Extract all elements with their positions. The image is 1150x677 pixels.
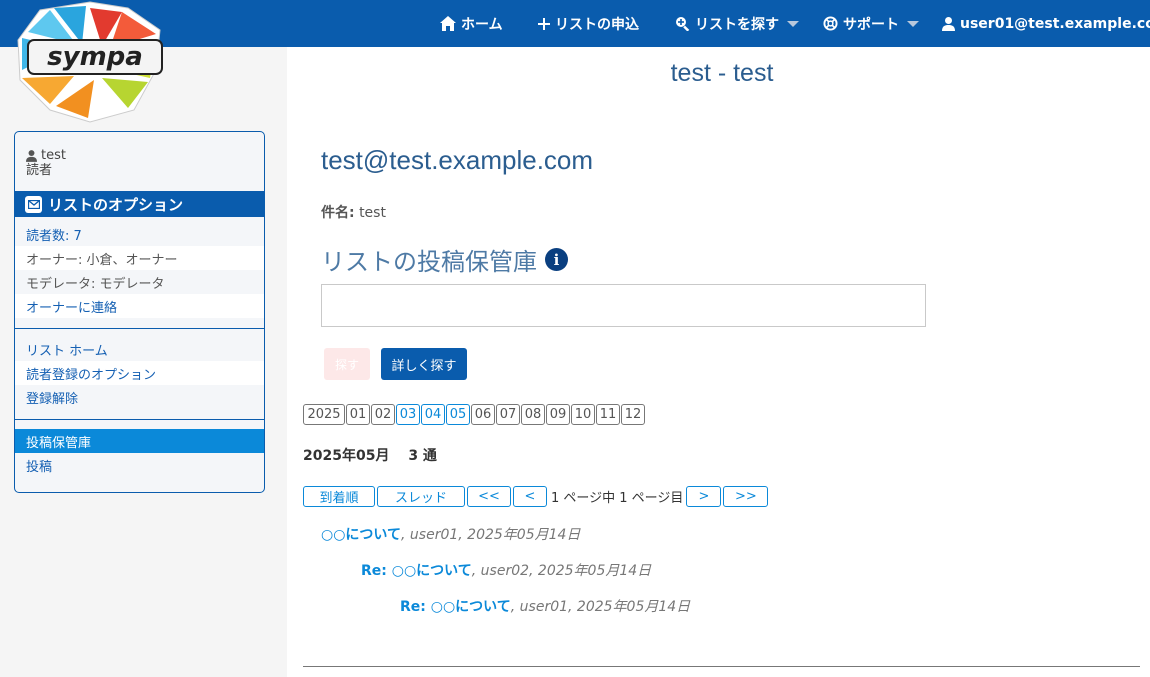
sidebar-user-name: test [41,148,66,163]
sort-by-thread-button[interactable]: スレッド [377,486,465,507]
info-icon[interactable]: i [545,248,568,271]
life-ring-icon [823,16,838,31]
sidebar-moderators: モデレータ: モデレータ [15,270,264,294]
search-button[interactable]: 探す [324,348,370,380]
sidebar-item-label: 読者登録のオプション [26,367,157,383]
sidebar-user: test 読者 [26,148,66,178]
sidebar-item-label: リスト ホーム [26,343,108,359]
list-options-title: リストのオプション [48,195,184,214]
archive-period: 2025年05月 3 通 [303,448,437,464]
sidebar-user-role: 読者 [26,163,53,178]
month-button[interactable]: 03 [396,404,420,425]
list-address: test@test.example.com [321,145,594,175]
nav-home[interactable]: ホーム [440,0,503,47]
month-button[interactable]: 04 [421,404,445,425]
sidebar-item-label: オーナー: 小倉、オーナー [26,252,178,268]
sidebar-item-label: 読者数: 7 [26,228,82,244]
sidebar-item-label: 投稿保管庫 [26,435,92,451]
month-button[interactable]: 06 [471,404,495,425]
archive-title-text: リストの投稿保管庫 [321,248,537,276]
sidebar-contact-owner[interactable]: オーナーに連絡 [15,294,264,318]
content-divider [303,666,1140,667]
sidebar-item-label: 登録解除 [26,391,79,407]
message-meta: , user01, 2025年05月14日 [510,599,691,615]
nav-search-lists-label: リストを探す [695,16,779,33]
top-navbar: ホーム リストの申込 リストを探す サポート user01@test.examp… [0,0,1150,47]
sidebar-item-label: オーナーに連絡 [26,300,118,316]
nav-support-label: サポート [843,16,899,33]
sidebar-divider [15,419,264,420]
sidebar-item-label: 投稿 [26,459,53,475]
nav-user-menu[interactable]: user01@test.example.com [942,0,1150,47]
month-selector: 2025 01 02 03 04 05 06 07 08 09 10 11 12 [303,404,646,425]
month-button[interactable]: 02 [371,404,395,425]
advanced-search-button[interactable]: 詳しく探す [381,348,467,380]
nav-create-list[interactable]: リストの申込 [538,0,639,47]
month-button[interactable]: 01 [346,404,370,425]
month-button[interactable]: 10 [571,404,595,425]
year-button[interactable]: 2025 [303,404,345,425]
page-info: 1 ページ中 1 ページ目 [551,491,684,506]
home-icon [440,16,456,31]
message-item: Re: ○○について, user02, 2025年05月14日 [361,560,651,580]
envelope-icon [25,195,42,213]
message-subject-link[interactable]: Re: ○○について [361,563,472,579]
next-page-button[interactable]: > [686,486,722,507]
message-item: ○○について, user01, 2025年05月14日 [321,524,580,544]
prev-page-button[interactable]: < [513,486,547,507]
sidebar-subscriber-options[interactable]: 読者登録のオプション [15,361,264,385]
last-page-button[interactable]: >> [723,486,769,507]
nav-user-label: user01@test.example.com [960,15,1150,32]
user-icon [26,149,37,162]
sympa-logo[interactable]: sympa [10,0,170,124]
archive-pager: 到着順 スレッド << < 1 ページ中 1 ページ目 > >> [303,486,770,507]
logo-text: sympa [47,42,143,72]
nav-search-lists[interactable]: リストを探す [675,0,799,47]
search-plus-icon [676,17,690,31]
chevron-down-icon [907,20,919,27]
archive-search-input[interactable] [321,284,926,327]
sidebar-divider [15,328,264,329]
list-options-header: リストのオプション [15,191,264,217]
sidebar-archive[interactable]: 投稿保管庫 [15,429,264,453]
sidebar-item-label: モデレータ: モデレータ [26,276,165,292]
subject-value: test [359,205,386,221]
month-button[interactable]: 12 [621,404,645,425]
sort-by-date-button[interactable]: 到着順 [303,486,375,507]
month-button[interactable]: 08 [521,404,545,425]
nav-support[interactable]: サポート [823,0,919,47]
sidebar-unsubscribe[interactable]: 登録解除 [15,385,264,409]
user-icon [942,16,955,31]
archive-title: リストの投稿保管庫 i [321,242,568,277]
nav-create-list-label: リストの申込 [555,16,639,33]
month-button[interactable]: 09 [546,404,570,425]
month-button[interactable]: 11 [596,404,620,425]
month-button[interactable]: 07 [496,404,520,425]
sidebar-owners: オーナー: 小倉、オーナー [15,246,264,270]
chevron-down-icon [787,20,799,27]
sidebar-post[interactable]: 投稿 [15,453,264,477]
main-content: test - test test@test.example.com 件名: te… [287,47,1150,677]
sidebar-list-home[interactable]: リスト ホーム [15,337,264,361]
month-button[interactable]: 05 [446,404,470,425]
message-meta: , user02, 2025年05月14日 [471,563,652,579]
first-page-button[interactable]: << [467,486,511,507]
message-subject-link[interactable]: Re: ○○について [400,599,511,615]
page-title: test - test [670,59,774,87]
sidebar-subscriber-count[interactable]: 読者数: 7 [15,222,264,246]
plus-icon [538,17,550,30]
nav-home-label: ホーム [461,16,503,33]
subject-label: 件名: [321,205,355,221]
list-sidebar: test 読者 リストのオプション 読者数: 7 オーナー: 小倉、オーナー モ… [14,131,265,493]
message-item: Re: ○○について, user01, 2025年05月14日 [400,596,690,616]
message-subject-link[interactable]: ○○について [321,527,401,543]
list-subject: 件名: test [321,202,386,222]
message-meta: , user01, 2025年05月14日 [401,527,581,543]
